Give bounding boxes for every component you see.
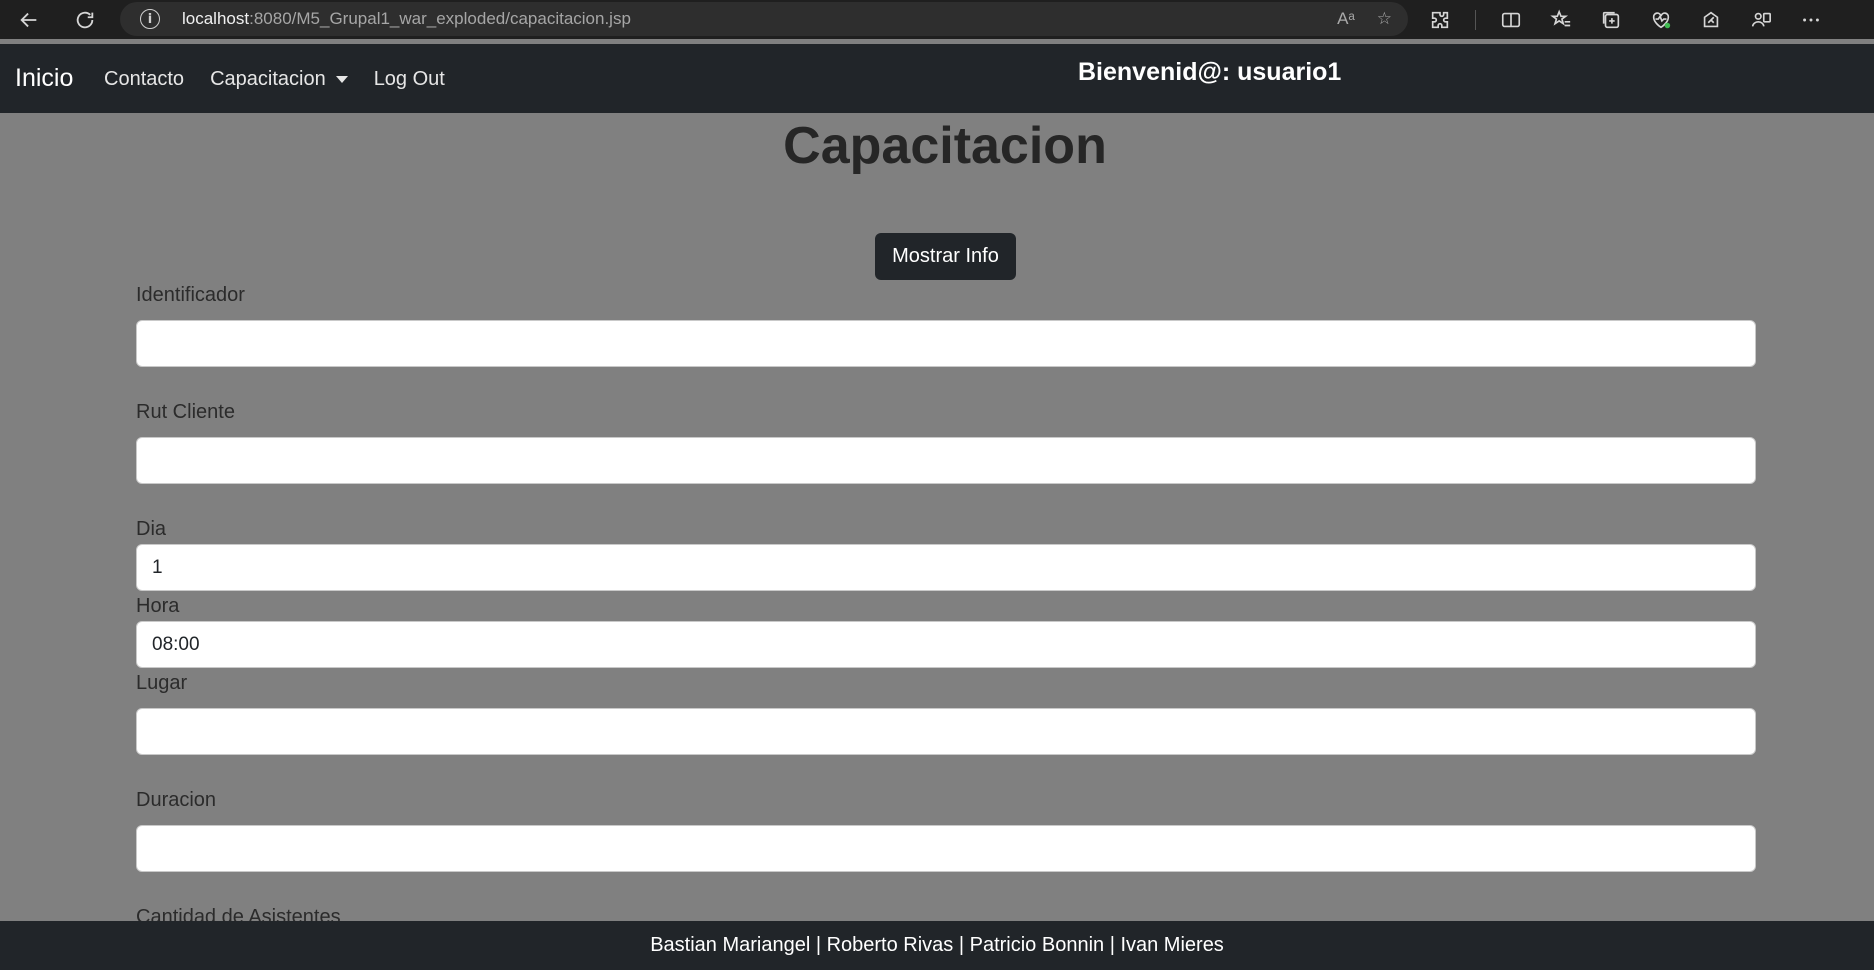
identificador-label: Identificador	[136, 284, 245, 306]
lugar-input[interactable]	[136, 708, 1756, 755]
app-navbar: Inicio Contacto Capacitacion Log Out Bie…	[0, 44, 1874, 113]
caret-down-icon	[335, 76, 348, 83]
mostrar-info-button[interactable]: Mostrar Info	[875, 233, 1016, 280]
extensions-icon[interactable]	[1425, 5, 1455, 35]
url-host: localhost	[182, 9, 250, 28]
footer-credits: Bastian Mariangel | Roberto Rivas | Patr…	[650, 934, 1224, 956]
split-screen-icon[interactable]	[1496, 5, 1526, 35]
browser-toolbar: i localhost:8080/M5_Grupal1_war_exploded…	[0, 0, 1874, 39]
url-text: localhost:8080/M5_Grupal1_war_exploded/c…	[182, 9, 631, 29]
dia-label: Dia	[136, 518, 167, 540]
duracion-input[interactable]	[136, 825, 1756, 872]
nav-links: Contacto Capacitacion Log Out	[104, 68, 445, 91]
welcome-text: Bienvenid@: usuario1	[1078, 58, 1342, 86]
hora-label: Hora	[136, 595, 180, 617]
identificador-input[interactable]	[136, 320, 1756, 367]
read-aloud-icon[interactable]: Aᵃ	[1337, 9, 1355, 29]
more-menu-icon[interactable]	[1796, 5, 1826, 35]
rut-cliente-input[interactable]	[136, 437, 1756, 484]
lugar-label: Lugar	[136, 672, 188, 694]
nav-link-logout[interactable]: Log Out	[374, 68, 445, 91]
duracion-label: Duracion	[136, 789, 217, 811]
favorites-icon[interactable]	[1546, 5, 1576, 35]
favorite-star-icon[interactable]: ☆	[1377, 9, 1392, 29]
profile-icon[interactable]	[1746, 5, 1776, 35]
reload-icon[interactable]	[65, 0, 105, 39]
nav-link-capacitacion-dropdown[interactable]: Capacitacion	[210, 68, 348, 91]
nav-link-capacitacion-label: Capacitacion	[210, 68, 326, 90]
url-path: :8080/M5_Grupal1_war_exploded/capacitaci…	[249, 9, 631, 28]
page-title: Capacitacion	[783, 117, 1107, 175]
collections-icon[interactable]	[1596, 5, 1626, 35]
hora-input[interactable]	[136, 621, 1756, 668]
browser-essentials-icon[interactable]	[1646, 5, 1676, 35]
site-info-icon[interactable]: i	[140, 9, 160, 29]
brand-link[interactable]: Inicio	[15, 64, 73, 93]
nav-link-contacto[interactable]: Contacto	[104, 68, 184, 91]
dia-input[interactable]	[136, 544, 1756, 591]
rut-cliente-label: Rut Cliente	[136, 401, 235, 423]
page-footer: Bastian Mariangel | Roberto Rivas | Patr…	[0, 921, 1874, 970]
performance-icon[interactable]	[1696, 5, 1726, 35]
toolbar-separator	[1475, 9, 1476, 30]
address-bar[interactable]: i localhost:8080/M5_Grupal1_war_exploded…	[120, 2, 1408, 36]
back-icon[interactable]	[9, 0, 49, 39]
